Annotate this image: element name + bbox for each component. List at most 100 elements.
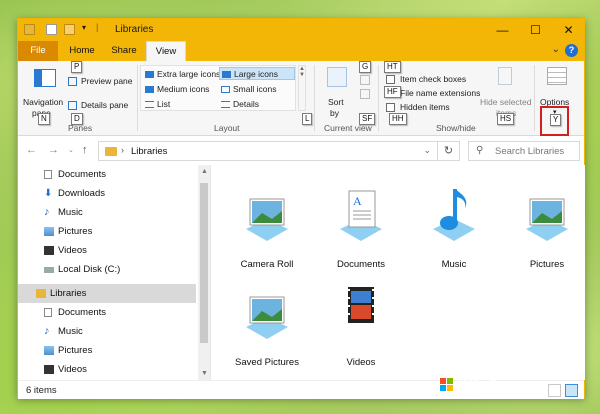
forward-arrow-icon[interactable]: → [48,144,59,156]
layout-extra-large-icons[interactable]: Extra large icons [143,68,220,81]
tree-item-downloads[interactable]: ⬇ Downloads [18,184,196,203]
file-view: Camera Roll A Documents Music Pictures S… [211,165,585,380]
documents-icon [44,308,52,317]
navigation-pane: Documents ⬇ Downloads ♪ Music Pictures V… [18,165,210,380]
showhide-group-label: Show/hide [436,123,476,133]
tree-item-label: Documents [58,307,107,318]
item-check-boxes-toggle[interactable]: Item check boxes [384,73,484,86]
ribbon-separator [137,65,138,131]
library-music[interactable]: Music [412,179,496,279]
hide-selected-icon [498,67,512,85]
address-bar-row: ← → ⌄ ↑ › Libraries ⌄ ↻ ⚲ Search Librari… [18,137,584,165]
tab-view[interactable]: View [146,41,186,61]
layout-medium-icons[interactable]: Medium icons [143,83,217,96]
recent-dropdown-icon[interactable]: ⌄ [68,146,74,154]
tab-share[interactable]: Share [104,41,144,61]
folder-icon[interactable] [24,24,35,35]
layout-list[interactable]: List [143,98,217,111]
ribbon-separator [378,65,379,131]
breadcrumb-libraries[interactable]: Libraries [131,146,167,157]
pictures-icon [44,227,54,236]
sort-by-button[interactable]: Sort by [322,65,354,121]
saved-pictures-icon [246,296,288,339]
breadcrumb-chevron-icon[interactable]: › [121,145,124,155]
layout-small-icons[interactable]: Small icons [219,83,293,96]
title-separator: | [96,22,99,32]
library-videos[interactable]: Videos [319,277,403,377]
tree-item-lib-music[interactable]: ♪ Music [18,322,196,341]
add-columns-icon[interactable] [360,89,370,99]
library-documents[interactable]: A Documents [319,179,403,279]
navigation-pane-label: Navigation [23,97,64,107]
tree-item-lib-documents[interactable]: Documents [18,303,196,322]
scroll-up-icon[interactable]: ▲ [201,168,208,175]
keytip-ht: HT [384,61,401,73]
layout-large-icons[interactable]: Large icons [219,67,295,80]
ribbon-tabs: File Home Share View ⌄ ? [18,41,584,61]
tree-item-label: Documents [58,169,107,180]
refresh-button[interactable]: ↻ [438,141,460,161]
tree-item-pictures[interactable]: Pictures [18,222,196,241]
drive-icon [44,267,54,273]
ribbon-view: Navigation pane P Preview pane Details p… [18,61,584,136]
tree-item-lib-videos[interactable]: Videos [18,360,196,379]
keytip-n: N [38,113,50,125]
window-title: Libraries [115,24,154,35]
properties-icon[interactable] [46,24,57,35]
help-icon[interactable]: ? [565,44,578,57]
library-pictures[interactable]: Pictures [505,179,589,279]
tree-item-music[interactable]: ♪ Music [18,203,196,222]
tab-home[interactable]: Home [62,41,102,61]
tile-label: Documents [336,259,386,270]
library-saved-pictures[interactable]: Saved Pictures [225,277,309,377]
item-check-boxes-checkbox[interactable] [386,75,395,84]
group-by-icon[interactable] [360,75,370,85]
tree-item-lib-pictures[interactable]: Pictures [18,341,196,360]
back-arrow-icon[interactable]: ← [26,144,37,156]
tree-item-videos[interactable]: Videos [18,241,196,260]
close-button[interactable]: ✕ [552,19,585,41]
search-input[interactable]: ⚲ Search Libraries [468,141,580,161]
refresh-icon: ↻ [443,145,454,157]
address-bar[interactable]: › Libraries ⌄ [98,141,438,161]
small-icons-icon [221,86,230,93]
details-view-icon[interactable] [548,384,561,397]
videos-icon [44,246,54,255]
tree-item-libraries[interactable]: Libraries [18,284,196,303]
tree-item-label: Videos [58,364,87,375]
sort-by-label-2: by [330,108,339,118]
tile-label: Saved Pictures [235,357,299,368]
tab-file[interactable]: File [18,41,58,61]
medium-icons-icon [145,86,154,93]
scroll-thumb[interactable] [200,183,208,343]
winbuzzer-logo [440,378,453,391]
preview-pane-button[interactable]: Preview pane [68,75,138,89]
camera-roll-icon [246,198,288,241]
layout-details[interactable]: Details [219,98,293,111]
tree-item-label: Local Disk (C:) [58,264,121,275]
ribbon-separator [534,65,535,131]
tree-item-label: Videos [58,245,87,256]
hidden-items-checkbox[interactable] [386,103,395,112]
layout-scroll-icon[interactable]: ▲ ▼ [298,65,306,111]
new-folder-icon[interactable] [64,24,75,35]
file-name-extensions-label: File name extensions [400,88,481,98]
library-camera-roll[interactable]: Camera Roll [225,179,309,279]
keytip-l: L [302,113,313,125]
keytip-y: Y [550,114,562,126]
large-icons-view-icon[interactable] [565,384,578,397]
maximize-button[interactable]: ☐ [519,19,552,41]
options-icon [547,67,567,85]
up-arrow-icon[interactable]: ↑ [82,144,88,156]
keytip-hf: HF [384,86,401,98]
nav-scrollbar[interactable]: ▲ ▼ [198,165,210,380]
details-pane-button[interactable]: Details pane [68,99,138,113]
address-dropdown-icon[interactable]: ⌄ [423,145,431,156]
quick-access-dropdown-icon[interactable]: ▾ [82,23,86,32]
chevron-down-icon[interactable]: ⌄ [552,44,560,55]
tree-item-documents[interactable]: Documents [18,165,196,184]
details-icon [221,101,230,108]
minimize-button[interactable]: — [486,19,519,41]
scroll-down-icon[interactable]: ▼ [201,370,208,377]
tree-item-local-disk[interactable]: Local Disk (C:) [18,260,196,279]
